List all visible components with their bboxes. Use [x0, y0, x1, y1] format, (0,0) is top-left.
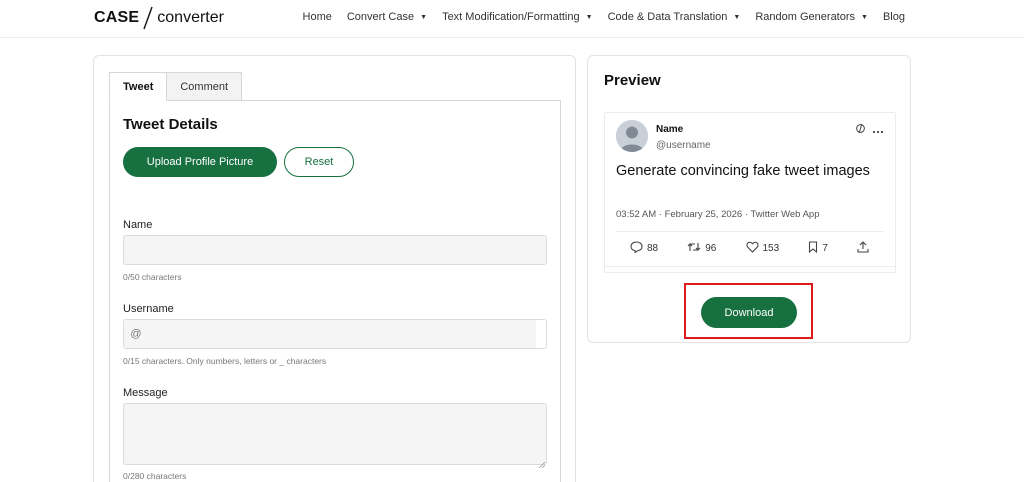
tweet-header-icons	[855, 121, 884, 139]
form-tabs: Tweet Comment	[109, 72, 243, 101]
preview-title: Preview	[604, 72, 661, 89]
bookmark-action[interactable]: 7	[808, 240, 828, 256]
tweet-actions: 88 96 153 7	[616, 239, 884, 257]
download-button[interactable]: Download	[701, 297, 797, 328]
upload-profile-picture-button[interactable]: Upload Profile Picture	[123, 147, 277, 177]
nav-text-modification[interactable]: Text Modification/Formatting ▼	[442, 11, 593, 23]
reset-button[interactable]: Reset	[284, 147, 354, 177]
logo-converter: converter	[157, 9, 224, 26]
like-icon	[745, 241, 759, 256]
name-input[interactable]	[123, 235, 547, 265]
retweet-icon	[687, 241, 701, 256]
verified-icon	[855, 121, 866, 139]
nav-random-generators-label: Random Generators	[755, 11, 856, 23]
name-hint: 0/50 characters	[123, 272, 182, 282]
nav-code-data-translation-label: Code & Data Translation	[607, 11, 728, 23]
tweet-preview: Name @username Generate convincing fake …	[604, 112, 896, 273]
tab-comment[interactable]: Comment	[166, 72, 243, 101]
logo-slash-icon	[140, 6, 156, 30]
tweet-text: Generate convincing fake tweet images	[616, 163, 870, 179]
nav-convert-case[interactable]: Convert Case ▼	[347, 11, 427, 23]
like-count: 153	[762, 242, 780, 254]
message-hint: 0/280 characters	[123, 471, 187, 481]
username-hint: 0/15 characters. Only numbers, letters o…	[123, 356, 327, 366]
caret-down-icon: ▼	[733, 13, 741, 21]
message-label: Message	[123, 387, 168, 399]
share-action[interactable]	[857, 240, 869, 256]
tweet-name: Name	[656, 124, 684, 135]
section-title: Tweet Details	[123, 116, 218, 133]
retweet-action[interactable]: 96	[687, 241, 716, 256]
retweet-count: 96	[705, 242, 717, 254]
reply-count: 88	[647, 242, 659, 254]
tweet-divider	[616, 231, 884, 232]
nav-text-modification-label: Text Modification/Formatting	[442, 11, 580, 23]
nav-blog[interactable]: Blog	[883, 11, 905, 23]
name-label: Name	[123, 219, 153, 231]
caret-down-icon: ▼	[861, 13, 868, 21]
nav-random-generators[interactable]: Random Generators ▼	[755, 11, 868, 23]
share-icon	[857, 240, 869, 256]
main-nav: Home Convert Case ▼ Text Modification/Fo…	[288, 11, 905, 23]
like-action[interactable]: 153	[745, 241, 780, 256]
username-field: @	[123, 319, 547, 349]
username-label: Username	[123, 303, 174, 315]
reply-action[interactable]: 88	[630, 240, 659, 256]
tweet-form-card: Tweet Comment Tweet Details Upload Profi…	[93, 55, 576, 482]
username-prefix: @	[124, 320, 148, 348]
tab-panel-tweet: Tweet Details Upload Profile Picture Res…	[109, 100, 561, 482]
nav-blog-label: Blog	[882, 11, 905, 23]
nav-home-label: Home	[302, 11, 332, 23]
preview-card: Preview Name @username Generate convinci…	[587, 55, 911, 343]
more-icon[interactable]	[872, 121, 884, 139]
logo[interactable]: CASE converter	[94, 6, 224, 30]
nav-home[interactable]: Home	[303, 11, 332, 23]
reply-icon	[630, 240, 643, 256]
tweet-meta: 03:52 AM · February 25, 2026 · Twitter W…	[616, 209, 820, 220]
tweet-footer-rule	[605, 266, 895, 272]
avatar	[616, 120, 648, 152]
resize-grip-icon[interactable]	[538, 456, 546, 469]
tweet-username: @username	[656, 140, 711, 151]
username-input[interactable]	[148, 320, 536, 348]
nav-code-data-translation[interactable]: Code & Data Translation ▼	[608, 11, 741, 23]
bookmark-count: 7	[822, 242, 828, 254]
bookmark-icon	[808, 240, 818, 256]
caret-down-icon: ▼	[585, 13, 593, 21]
caret-down-icon: ▼	[420, 13, 428, 21]
message-textarea[interactable]	[123, 403, 547, 465]
nav-convert-case-label: Convert Case	[346, 11, 415, 23]
tab-tweet[interactable]: Tweet	[109, 72, 168, 101]
logo-case: CASE	[94, 9, 140, 26]
site-header: CASE converter Home Convert Case ▼ Text …	[0, 0, 1024, 38]
